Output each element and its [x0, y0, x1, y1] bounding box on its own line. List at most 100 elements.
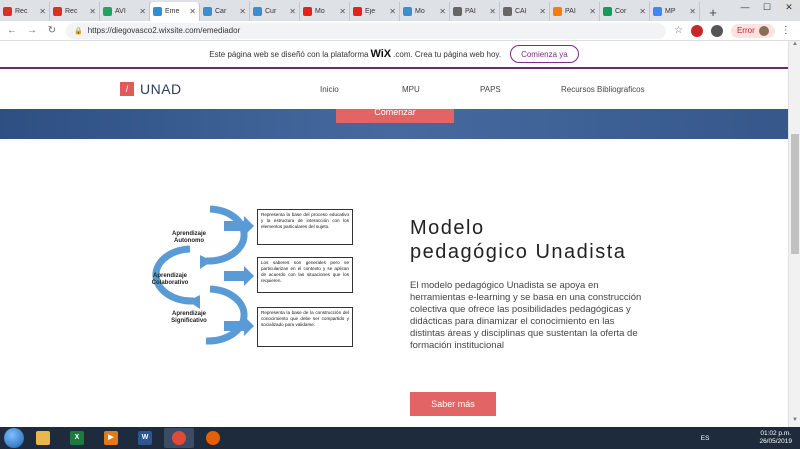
browser-tab[interactable]: Rec ✕ — [50, 2, 100, 21]
stage-label-colaborativo: Aprendizaje Colaborativo — [151, 273, 189, 286]
google-icon — [653, 7, 662, 16]
comienza-ya-button[interactable]: Comienza ya — [510, 45, 579, 63]
tab-close-icon[interactable]: ✕ — [489, 7, 496, 16]
back-icon[interactable]: ← — [4, 25, 20, 36]
browser-tab[interactable]: AVI ✕ — [100, 2, 150, 21]
menu-kebab-icon[interactable]: ⋮ — [781, 25, 791, 36]
browser-tab[interactable]: Mo ✕ — [300, 2, 350, 21]
stage-box-significativo: Representa la base de la construcción de… — [257, 307, 353, 347]
tab-close-icon[interactable]: ✕ — [239, 7, 246, 16]
tab-close-icon[interactable]: ✕ — [439, 7, 446, 16]
excel-icon: X — [70, 431, 84, 445]
tab-title: MP — [665, 8, 676, 15]
saber-mas-button[interactable]: Saber más — [410, 392, 496, 416]
profile-error-button[interactable]: Error — [730, 23, 775, 38]
nav-item-mpu[interactable]: MPU — [402, 85, 420, 94]
scroll-thumb[interactable] — [791, 134, 799, 254]
browser-tab[interactable]: Eje ✕ — [350, 2, 400, 21]
extension-tune-icon[interactable] — [710, 24, 723, 37]
minimize-icon[interactable]: — — [734, 0, 756, 14]
browser-tab[interactable]: Cor ✕ — [600, 2, 650, 21]
taskbar-app[interactable]: ▶ — [96, 428, 126, 448]
youtube-icon — [353, 7, 362, 16]
browser-tab[interactable]: Mo ✕ — [400, 2, 450, 21]
clock[interactable]: 01:02 p.m. 26/05/2019 — [759, 430, 792, 446]
browser-tab[interactable]: PAI ✕ — [450, 2, 500, 21]
pedagogical-diagram: Aprendizaje Autonomo Aprendizaje Colabor… — [140, 199, 370, 359]
nav-item-paps[interactable]: PAPS — [480, 85, 501, 94]
tab-close-icon[interactable]: ✕ — [189, 7, 196, 16]
forward-icon[interactable]: → — [24, 25, 40, 36]
language-indicator[interactable]: ES — [701, 435, 710, 442]
blogger-icon — [553, 7, 562, 16]
taskbar-app[interactable] — [164, 428, 194, 448]
site-header: / UNAD Inicio MPU PAPS Recursos Bibliogr… — [0, 71, 788, 109]
unad-logo-icon[interactable]: / — [120, 82, 134, 96]
new-tab-button[interactable]: + — [704, 3, 722, 21]
stage-label-significativo: Aprendizaje Significativo — [171, 311, 207, 324]
close-icon[interactable]: ✕ — [778, 0, 800, 14]
section-paragraph: El modelo pedagógico Unadista se apoya e… — [410, 280, 642, 351]
tab-title: Mo — [315, 8, 325, 15]
globe-icon — [453, 7, 462, 16]
comenzar-button[interactable]: Comenzar — [336, 109, 454, 123]
wix-brand: WiX — [370, 48, 392, 60]
chrome-icon — [172, 431, 186, 445]
unad-icon — [203, 7, 212, 16]
tab-close-icon[interactable]: ✕ — [39, 7, 46, 16]
scroll-up-icon[interactable]: ▲ — [789, 41, 800, 51]
taskbar-app[interactable]: X — [62, 428, 92, 448]
browser-tab[interactable]: Cur ✕ — [250, 2, 300, 21]
browser-tab[interactable]: MP ✕ — [650, 2, 700, 21]
error-label: Error — [736, 26, 755, 35]
reload-icon[interactable]: ↻ — [44, 25, 60, 36]
scroll-down-icon[interactable]: ▼ — [789, 417, 800, 427]
clock-date: 26/05/2019 — [759, 438, 792, 445]
tab-close-icon[interactable]: ✕ — [89, 7, 96, 16]
tab-close-icon[interactable]: ✕ — [639, 7, 646, 16]
browser-tab[interactable]: CAI ✕ — [500, 2, 550, 21]
browser-tab[interactable]: Rec ✕ — [0, 2, 50, 21]
sheets-icon — [603, 7, 612, 16]
extension-icon[interactable] — [690, 24, 703, 37]
taskbar-app[interactable] — [28, 428, 58, 448]
tab-close-icon[interactable]: ✕ — [589, 7, 596, 16]
tab-close-icon[interactable]: ✕ — [539, 7, 546, 16]
tab-close-icon[interactable]: ✕ — [389, 7, 396, 16]
start-button[interactable] — [4, 428, 24, 448]
tab-close-icon[interactable]: ✕ — [139, 7, 146, 16]
taskbar-app[interactable]: W — [130, 428, 160, 448]
tab-close-icon[interactable]: ✕ — [289, 7, 296, 16]
bookmark-star-icon[interactable]: ☆ — [674, 25, 683, 36]
tab-title: Rec — [65, 8, 78, 15]
browser-tab[interactable]: Eme ✕ — [150, 2, 200, 21]
stage-box-colaborativo: Los saberes son generales pero se partic… — [257, 257, 353, 293]
hero-banner: Comenzar — [0, 109, 788, 139]
firefox-icon — [206, 431, 220, 445]
content-section: Aprendizaje Autonomo Aprendizaje Colabor… — [0, 139, 788, 427]
tab-title: Eme — [165, 8, 180, 15]
nav-item-inicio[interactable]: Inicio — [320, 85, 339, 94]
page-scrollbar[interactable]: ▲ ▼ — [788, 41, 800, 427]
explorer-icon — [36, 431, 50, 445]
wix-icon — [153, 7, 162, 16]
maximize-icon[interactable]: ☐ — [756, 0, 778, 14]
heading-line-2: pedagógico Unadista — [410, 241, 627, 263]
screen: Rec ✕ Rec ✕ AVI ✕ Eme ✕ Car ✕ Cur ✕ Mo ✕ Eje ✕ Mo ✕ PAI ✕ CA… — [0, 0, 800, 449]
section-heading: Modelo pedagógico Unadista — [410, 216, 626, 264]
media-icon: ▶ — [104, 431, 118, 445]
url-input[interactable]: 🔒 https://diegovasco2.wixsite.com/emedia… — [66, 22, 666, 39]
gmail-icon — [3, 7, 12, 16]
browser-tab[interactable]: Car ✕ — [200, 2, 250, 21]
tab-title: Cor — [615, 8, 627, 15]
loop-arrowhead-1 — [200, 255, 212, 269]
wix-banner: Este página web se diseñó con la platafo… — [0, 41, 788, 69]
taskbar-app[interactable] — [198, 428, 228, 448]
nav-item-recursos[interactable]: Recursos Bibliograficos — [561, 85, 645, 94]
tab-title: PAI — [565, 8, 576, 15]
site-logo-text[interactable]: UNAD — [140, 81, 182, 97]
tab-close-icon[interactable]: ✕ — [689, 7, 696, 16]
tab-close-icon[interactable]: ✕ — [339, 7, 346, 16]
browser-tab[interactable]: PAI ✕ — [550, 2, 600, 21]
globe-icon — [503, 7, 512, 16]
